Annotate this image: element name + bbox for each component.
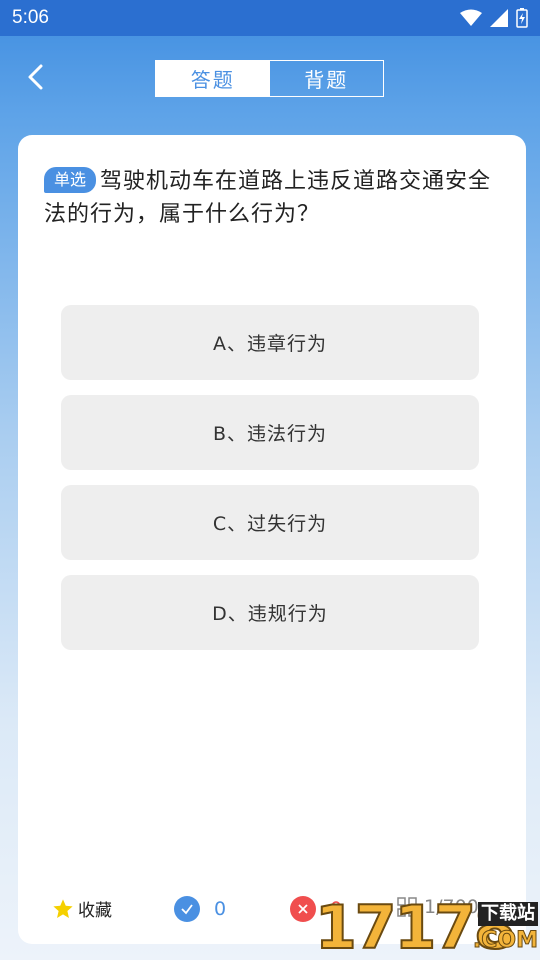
question-card: 单选 驾驶机动车在道路上违反道路交通安全法的行为，属于什么行为？ A、违章行为 B… <box>18 135 526 944</box>
correct-stat: 0 <box>174 896 226 922</box>
correct-count: 0 <box>214 898 227 920</box>
option-b[interactable]: B、违法行为 <box>61 395 479 470</box>
watermark-site: 下载站 <box>478 902 538 926</box>
watermark-domain: .COM <box>472 928 538 954</box>
question-text: 驾驶机动车在道路上违反道路交通安全法的行为，属于什么行为？ <box>44 169 492 227</box>
question: 单选 驾驶机动车在道路上违反道路交通安全法的行为，属于什么行为？ <box>44 165 504 231</box>
status-time: 5:06 <box>12 7 49 28</box>
wifi-icon <box>460 9 482 26</box>
favorite-button[interactable]: 收藏 <box>52 896 112 921</box>
mode-tabs: 答题 背题 <box>155 60 384 97</box>
option-a[interactable]: A、违章行为 <box>61 305 479 380</box>
tab-answer[interactable]: 答题 <box>156 61 270 96</box>
cross-icon <box>290 896 316 922</box>
option-c[interactable]: C、过失行为 <box>61 485 479 560</box>
question-type-badge: 单选 <box>44 167 97 193</box>
watermark-logo: 17178 下载站 .COM <box>314 895 540 960</box>
status-bar: 5:06 <box>0 0 540 36</box>
signal-icon <box>490 9 508 27</box>
battery-icon <box>516 8 528 28</box>
check-icon <box>174 896 200 922</box>
chevron-left-icon <box>28 64 43 90</box>
tab-memorize[interactable]: 背题 <box>270 61 384 96</box>
favorite-label: 收藏 <box>78 901 112 921</box>
header: 答题 背题 <box>0 36 540 126</box>
back-button[interactable] <box>22 62 52 92</box>
option-d[interactable]: D、违规行为 <box>61 575 479 650</box>
status-icons <box>460 8 528 28</box>
star-icon <box>53 898 73 918</box>
